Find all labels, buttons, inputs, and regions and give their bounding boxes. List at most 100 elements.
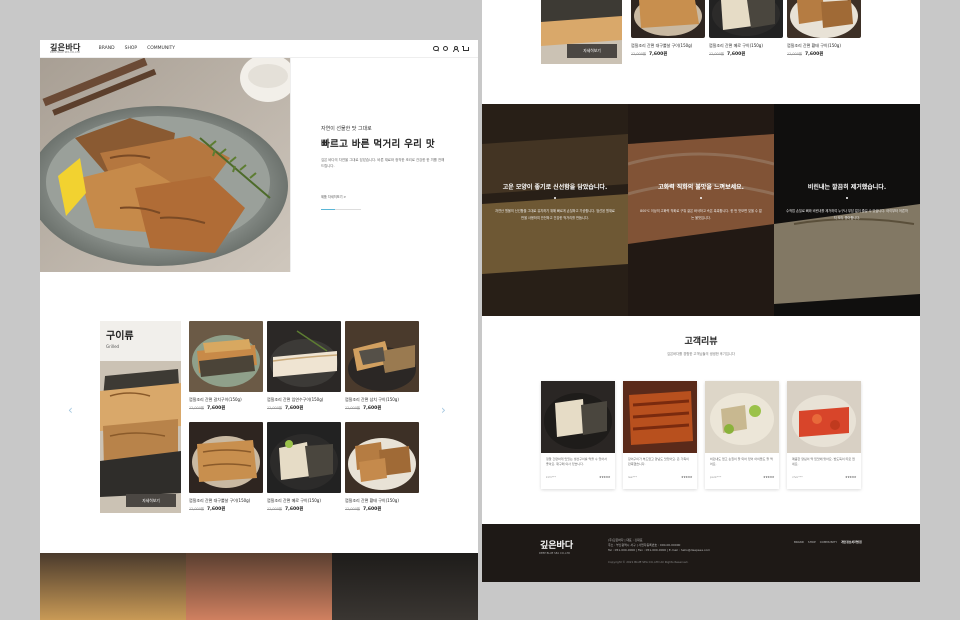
feature-preview-1	[40, 553, 186, 620]
footer-copyright: Copyright © 2021 BLUE SEA CO.,LTD All Ri…	[608, 560, 689, 564]
footer-link-shop[interactable]: SHOP	[808, 540, 816, 544]
product-name: 껍질조리 간편 메로 구이(150g)	[267, 498, 321, 503]
cart-icon[interactable]	[462, 46, 469, 52]
category-card-grilled[interactable]: 구이류 Grilled 자세히보기	[100, 321, 181, 513]
category-title: 구이류	[106, 331, 134, 342]
review-card[interactable]: 장어구이가 부드럽고 양념도 맛있어요. 온 가족이 만족했습니다. lee**…	[623, 381, 697, 489]
nav-link-community[interactable]: COMMUNITY	[147, 46, 175, 51]
prev-arrow-icon[interactable]: ‹	[68, 404, 73, 416]
logo-subtext: DEEP BLUE SEA CO.,LTD	[50, 50, 80, 54]
hero-title: 빠르고 바른 먹거리 우리 맛	[321, 139, 435, 150]
footer-info-line: Tel : 051-000-0000 | Fax : 051-000-0000 …	[608, 547, 711, 552]
product-card[interactable]: 껍질조리 간편 메로 구이(150g) 12,000원 7,600원	[267, 422, 341, 512]
category-detail-button[interactable]: 자세히보기	[126, 494, 176, 507]
review-stars: ★★★★★	[681, 475, 692, 479]
review-card[interactable]: 정말 간편하게 맛있는 생선구이를 먹을 수 있어서 좋아요. 재구매 의사 있…	[541, 381, 615, 489]
product-name: 껍질조리 간편 황태 구이(150g)	[787, 43, 841, 48]
product-name: 껍질조리 간편 대구뽈살 구이(150g)	[189, 498, 251, 503]
review-text: 비린내도 없고 손질이 잘 되어 있어 아이들도 잘 먹어요.	[710, 457, 773, 466]
product-name: 껍질조리 간편 메로 구이(150g)	[709, 43, 763, 48]
review-card[interactable]: 비린내도 없고 손질이 잘 되어 있어 아이들도 잘 먹어요. park*** ★…	[705, 381, 779, 489]
review-user: choi***	[792, 475, 803, 479]
review-image	[705, 381, 779, 453]
nav-link-brand[interactable]: BRAND	[99, 46, 115, 51]
review-text: 매콤한 양념이 딱 입맛에 맞아요. 밥도둑이 따로 없네요.	[792, 457, 855, 466]
review-section-subtitle: 깊은바다를 경험한 고객님들의 생생한 후기입니다	[667, 352, 735, 356]
product-price: 12,000원 7,600원	[787, 52, 824, 57]
feature-description: 800℃ 이상의 고화력 직화로 구워 겉은 바삭하고 속은 촉촉합니다. 한 …	[640, 209, 762, 220]
review-image	[541, 381, 615, 453]
hero-description: 깊은 바다의 자연을 그대로 담았습니다. 바른 재료와 정직한 조리로 건강한…	[321, 158, 445, 169]
feature-title: 고운 모양이 좋기로 신선함을 담았습니다.	[502, 184, 608, 191]
product-price: 12,000원 7,600원	[267, 507, 304, 512]
product-card[interactable]: 껍질조리 간편 황태 구이(150g) 12,000원 7,600원	[345, 422, 419, 512]
review-user: kim***	[546, 475, 556, 479]
product-name: 껍질조리 간편 임연수구이(150g)	[267, 397, 324, 402]
product-card[interactable]: 껍질조리 간편 메로 구이(150g) 12,000원 7,600원	[709, 0, 783, 57]
product-price: 12,000원 7,600원	[345, 507, 382, 512]
user-icon[interactable]	[452, 45, 459, 53]
globe-icon[interactable]	[443, 46, 448, 51]
logo[interactable]: 깊은바다 DEEP BLUE SEA CO.,LTD	[50, 43, 81, 55]
product-card[interactable]: 껍질조리 간편 황태 구이(150g) 12,000원 7,600원	[787, 0, 861, 57]
top-nav: 깊은바다 DEEP BLUE SEA CO.,LTD BRAND SHOP CO…	[40, 40, 478, 58]
hero-image	[40, 58, 290, 272]
right-page: 자세히보기 껍질조리 간편 대구뽈살 구이(150g) 12,000원 7,600…	[482, 0, 920, 582]
product-price: 12,000원 7,600원	[267, 406, 304, 411]
feature-description: 수작업 손질로 뼈와 비린내를 제거하여 누구나 부담 없이 즐길 수 있습니다…	[786, 209, 908, 220]
site-footer: 깊은바다 DEEP BLUE SEA CO.,LTD (주)깊은바다 | 대표 …	[482, 524, 920, 582]
footer-link-privacy[interactable]: 개인정보처리방침	[841, 540, 862, 544]
product-name: 껍질조리 간편 대구뽈살 구이(150g)	[631, 43, 693, 48]
product-image	[345, 422, 419, 493]
product-price: 12,000원 7,600원	[189, 406, 226, 411]
product-image	[267, 422, 341, 493]
review-stars: ★★★★★	[845, 475, 856, 479]
product-price: 12,000원 7,600원	[709, 52, 746, 57]
review-text: 정말 간편하게 맛있는 생선구이를 먹을 수 있어서 좋아요. 재구매 의사 있…	[546, 457, 607, 466]
search-icon[interactable]	[433, 45, 439, 52]
product-image	[631, 0, 705, 38]
nav-link-shop[interactable]: SHOP	[125, 46, 138, 51]
feature-divider-dot	[846, 197, 848, 199]
footer-link-community[interactable]: COMMUNITY	[820, 540, 837, 544]
footer-logo-subtext: DEEP BLUE SEA CO.,LTD	[539, 552, 571, 555]
product-card[interactable]: 껍질조리 간편 대구뽈살 구이(150g) 12,000원 7,600원	[189, 422, 263, 512]
product-image	[345, 321, 419, 392]
hero-slide-progress	[321, 209, 361, 210]
review-card[interactable]: 매콤한 양념이 딱 입맛에 맞아요. 밥도둑이 따로 없네요. choi*** ★…	[787, 381, 861, 489]
footer-logo[interactable]: 깊은바다	[540, 538, 573, 551]
product-image	[267, 321, 341, 392]
product-image	[709, 0, 783, 38]
product-price: 12,000원 7,600원	[345, 406, 382, 411]
hero-more-link[interactable]: 제품 자세히보기 >	[321, 194, 346, 199]
category-detail-button[interactable]: 자세히보기	[567, 44, 617, 58]
product-image	[189, 422, 263, 493]
feature-preview-2	[186, 553, 332, 620]
product-card[interactable]: 껍질조리 간편 대구뽈살 구이(150g) 12,000원 7,600원	[631, 0, 705, 57]
footer-company-info: (주)깊은바다 | 대표 : 김대표 주소 : 부산광역시 서구 | 사업자등록…	[608, 538, 710, 552]
left-page: 깊은바다 DEEP BLUE SEA CO.,LTD BRAND SHOP CO…	[40, 40, 478, 620]
logo-text: 깊은바다	[50, 41, 81, 52]
review-user: lee***	[628, 475, 638, 479]
category-subtitle: Grilled	[106, 344, 120, 349]
feature-preview-3	[332, 553, 478, 620]
product-card[interactable]: 껍질조리 간편 갈치구이(150g) 12,000원 7,600원	[189, 321, 263, 411]
product-card[interactable]: 껍질조리 간편 삼치 구이(150g) 12,000원 7,600원	[345, 321, 419, 411]
feature-panel-fire: 고화력 직화의 불맛을 느껴보세요. 800℃ 이상의 고화력 직화로 구워 겉…	[628, 104, 774, 316]
feature-panel-fresh: 고운 모양이 좋기로 신선함을 담았습니다. 자연산 원물의 신선함을 그대로 …	[482, 104, 628, 316]
next-arrow-icon[interactable]: ›	[441, 404, 446, 416]
review-text: 장어구이가 부드럽고 양념도 맛있어요. 온 가족이 만족했습니다.	[628, 457, 689, 466]
review-section-title: 고객리뷰	[684, 337, 718, 347]
product-price: 12,000원 7,600원	[189, 507, 226, 512]
review-user: park***	[710, 475, 722, 479]
feature-panel-clean: 비린내는 깔끔히 제거했습니다. 수작업 손질로 뼈와 비린내를 제거하여 누구…	[774, 104, 920, 316]
review-stars: ★★★★★	[599, 475, 610, 479]
product-card[interactable]: 껍질조리 간편 임연수구이(150g) 12,000원 7,600원	[267, 321, 341, 411]
feature-title: 고화력 직화의 불맛을 느껴보세요.	[658, 184, 744, 191]
review-stars: ★★★★★	[763, 475, 774, 479]
review-image	[623, 381, 697, 453]
feature-title: 비린내는 깔끔히 제거했습니다.	[807, 184, 887, 191]
footer-link-brand[interactable]: BRAND	[794, 540, 804, 544]
hero-progress-fill	[321, 209, 335, 210]
feature-strip-preview	[40, 553, 478, 620]
